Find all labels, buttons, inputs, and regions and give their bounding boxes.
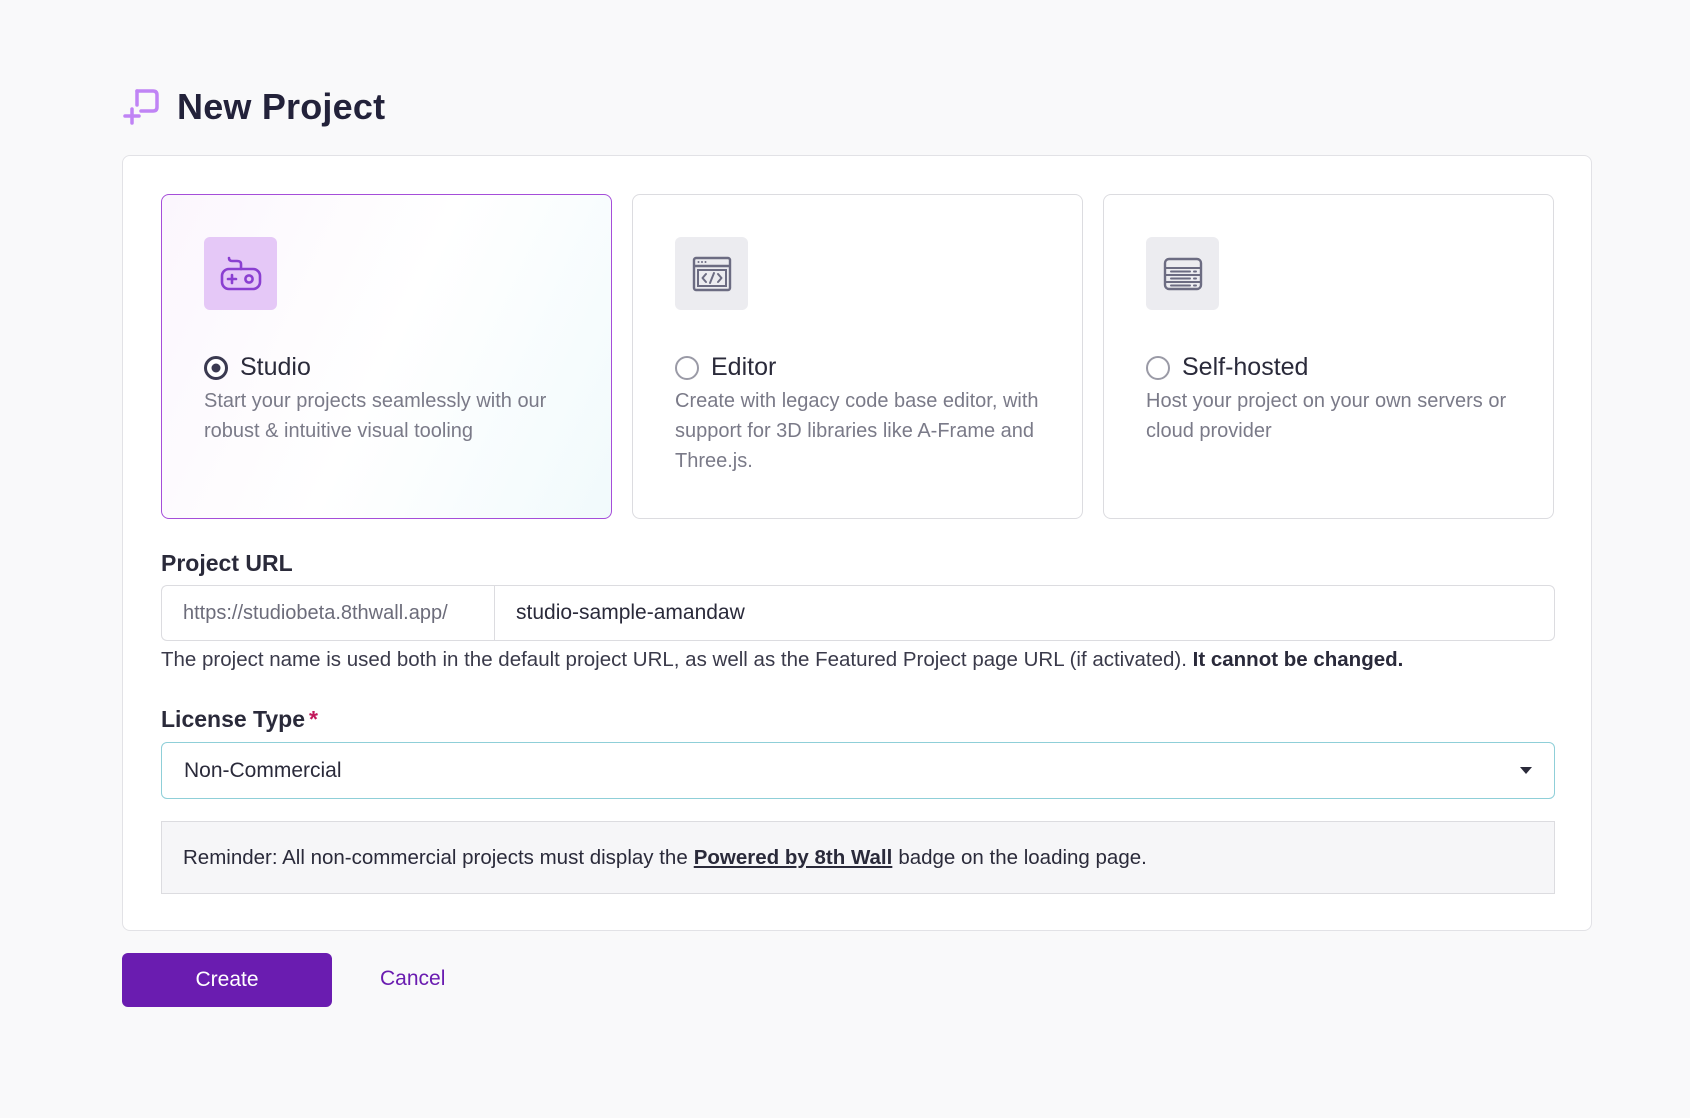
project-url-label: Project URL: [161, 550, 293, 576]
license-type-select[interactable]: Non-Commercial: [161, 742, 1555, 799]
caret-down-icon: [1520, 767, 1532, 774]
non-commercial-reminder: Reminder: All non-commercial projects mu…: [161, 821, 1555, 894]
card-title-self-hosted: Self-hosted: [1182, 353, 1309, 381]
card-title-editor: Editor: [711, 353, 777, 381]
hint-text: The project name is used both in the def…: [161, 648, 1187, 671]
new-project-form: Studio Start your projects seamlessly wi…: [122, 155, 1592, 931]
new-project-page: New Project Studio Start your projects s…: [0, 0, 1690, 1118]
radio-self-hosted[interactable]: [1146, 355, 1170, 380]
gamepad-icon: [220, 256, 261, 290]
powered-by-8th-wall-link[interactable]: Powered by 8th Wall: [694, 846, 893, 870]
project-name-input[interactable]: [494, 585, 1555, 641]
page-header: New Project: [121, 86, 385, 128]
cancel-button[interactable]: Cancel: [380, 967, 445, 991]
license-type-label-text: License Type: [161, 706, 306, 732]
project-url-hint: The project name is used both in the def…: [161, 648, 1555, 672]
card-description-studio: Start your projects seamlessly with our …: [204, 390, 547, 442]
license-type-value: Non-Commercial: [184, 758, 342, 782]
card-title-row: Studio: [204, 353, 311, 382]
required-asterisk: *: [309, 706, 318, 732]
page-title: New Project: [177, 86, 386, 127]
card-icon-box: [675, 237, 748, 310]
project-type-card-editor[interactable]: Editor Create with legacy code base edit…: [632, 194, 1083, 519]
create-button[interactable]: Create: [122, 953, 332, 1007]
project-type-card-studio[interactable]: Studio Start your projects seamlessly wi…: [161, 194, 612, 519]
card-icon-box: [1146, 237, 1219, 310]
new-project-icon: [123, 89, 159, 125]
hint-warning: It cannot be changed.: [1192, 648, 1404, 671]
server-icon: [1163, 257, 1202, 290]
card-title-row: Self-hosted: [1146, 353, 1308, 382]
card-icon-box: [204, 237, 277, 310]
license-type-label: License Type *: [161, 706, 318, 733]
project-url-field: https://studiobeta.8thwall.app/: [161, 585, 1555, 641]
radio-studio[interactable]: [204, 355, 228, 380]
card-title-studio: Studio: [240, 353, 311, 381]
card-description-editor: Create with legacy code base editor, wit…: [675, 390, 1039, 472]
reminder-text-before: Reminder: All non-commercial projects mu…: [183, 845, 688, 869]
url-prefix: https://studiobeta.8thwall.app/: [161, 585, 494, 641]
card-description-self-hosted: Host your project on your own servers or…: [1146, 390, 1507, 442]
project-type-card-self-hosted[interactable]: Self-hosted Host your project on your ow…: [1103, 194, 1554, 519]
reminder-text-after: badge on the loading page.: [898, 845, 1147, 869]
code-window-icon: [692, 256, 731, 291]
radio-editor[interactable]: [675, 355, 699, 380]
card-title-row: Editor: [675, 353, 776, 382]
project-type-options: Studio Start your projects seamlessly wi…: [161, 194, 1554, 519]
